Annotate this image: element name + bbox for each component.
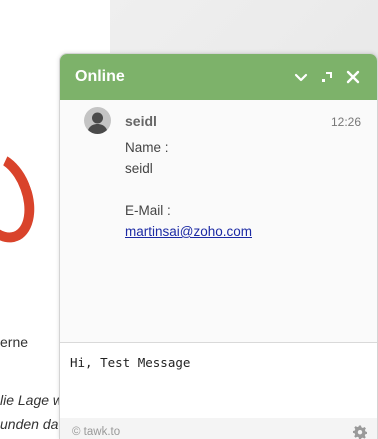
close-icon[interactable]: [343, 67, 363, 87]
email-line: martinsai@zoho.com: [125, 221, 252, 242]
popout-icon[interactable]: [317, 67, 337, 87]
message-time: 12:26: [330, 115, 361, 129]
background-logo: [0, 142, 47, 252]
email-label: E-Mail :: [125, 203, 171, 218]
chat-footer: © tawk.to: [60, 418, 377, 439]
gear-icon[interactable]: [353, 425, 367, 439]
message-sender: seidl: [125, 113, 157, 129]
message-input[interactable]: Hi, Test Message: [70, 355, 365, 405]
background-text: unden da: [0, 416, 59, 432]
name-label: Name :: [125, 140, 169, 155]
avatar: [84, 107, 111, 134]
email-link[interactable]: martinsai@zoho.com: [125, 224, 252, 239]
background-text: lie Lage w: [0, 392, 64, 408]
minimize-icon[interactable]: [291, 67, 311, 87]
message-body: Name : seidl E-Mail : martinsai@zoho.com: [125, 137, 252, 242]
chat-status: Online: [75, 68, 125, 85]
chat-header: Online: [60, 54, 377, 100]
message-area[interactable]: seidl 12:26 Name : seidl E-Mail : martin…: [60, 100, 377, 342]
background-text: erne: [0, 334, 29, 350]
chat-widget: Online seidl 12:26 Name : seidl E-Mail :…: [59, 53, 378, 439]
branding-link[interactable]: © tawk.to: [72, 426, 120, 438]
compose-area: Hi, Test Message: [60, 342, 377, 419]
name-value: seidl: [125, 161, 153, 176]
